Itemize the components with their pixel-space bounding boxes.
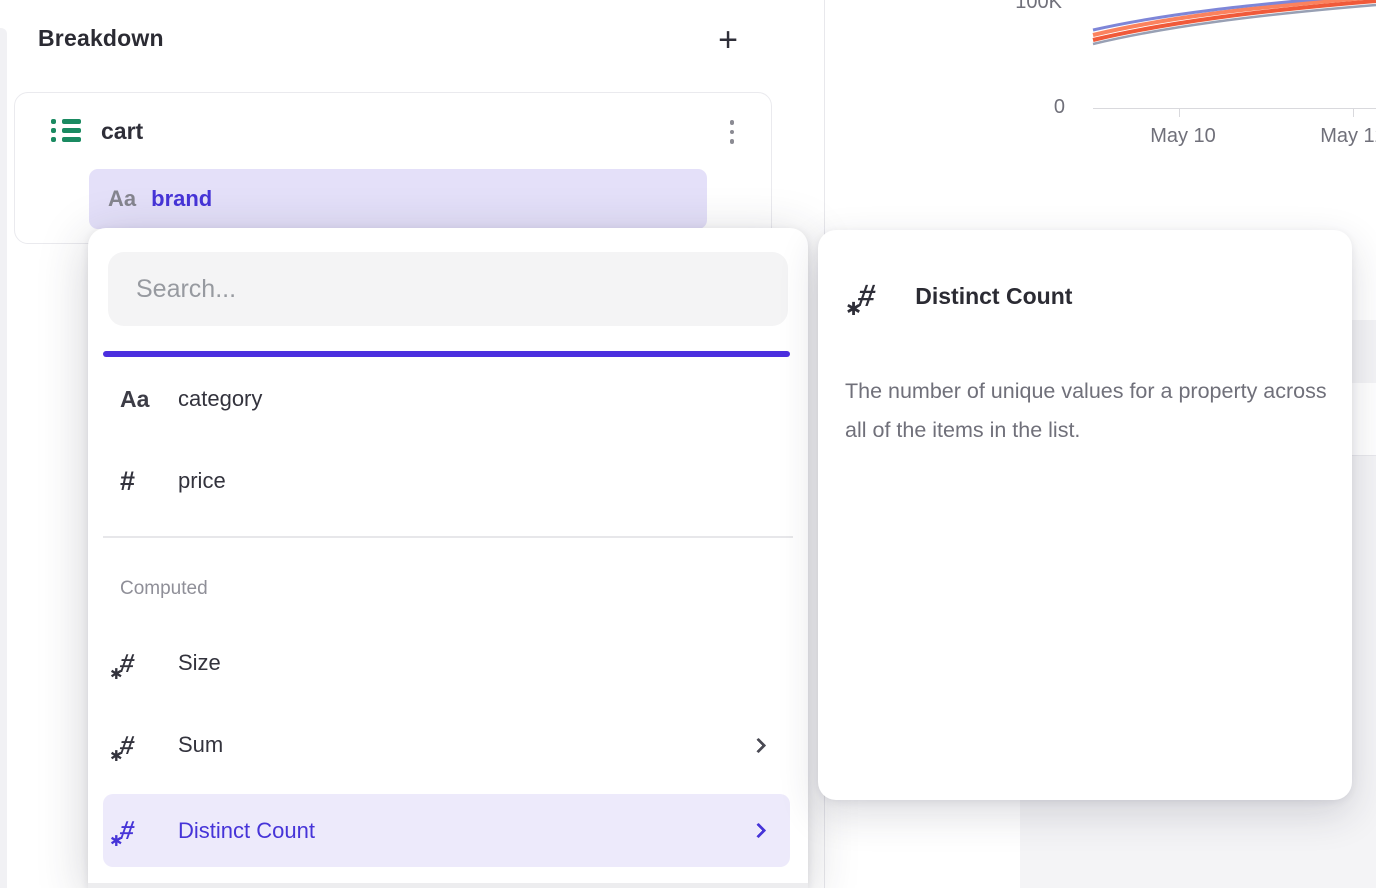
chevron-right-icon: [751, 823, 767, 839]
breakdown-section-title: Breakdown: [38, 25, 164, 52]
tooltip-description: The number of unique values for a proper…: [845, 372, 1353, 450]
dropdown-item-distinct-count[interactable]: #✱ Distinct Count: [103, 794, 790, 867]
distinct-count-tooltip: #✱ Distinct Count The number of unique v…: [818, 230, 1352, 800]
x-axis-tick: [1353, 108, 1354, 117]
breakdown-cart-card: cart Aa brand: [14, 92, 772, 244]
dropdown-item-sum[interactable]: #✱ Sum: [103, 717, 790, 773]
chevron-right-icon: [751, 737, 767, 753]
cart-card-header[interactable]: cart: [15, 93, 771, 169]
x-axis-label-may10: May 10: [1123, 125, 1243, 148]
left-edge-shadow: [0, 28, 7, 888]
dropdown-item-label: Size: [178, 650, 221, 676]
computed-number-icon: #✱: [120, 648, 134, 679]
dropdown-item-category[interactable]: Aa category: [103, 371, 790, 427]
x-axis-tick: [1179, 108, 1180, 117]
app-canvas: { "breakdown": { "title": "Breakdown", "…: [0, 0, 1376, 888]
text-property-icon: Aa: [120, 386, 149, 413]
dropdown-item-label: Distinct Count: [178, 818, 315, 844]
dropdown-item-price[interactable]: # price: [103, 453, 790, 509]
number-property-icon: #: [120, 466, 135, 497]
search-input[interactable]: [108, 252, 788, 326]
computed-number-icon: #✱: [120, 815, 134, 846]
x-axis-label-may12: May 12: [1293, 125, 1376, 148]
subproperty-label: brand: [151, 186, 212, 212]
list-property-icon: [51, 118, 81, 144]
active-tab-indicator: [103, 351, 790, 357]
y-axis-tick-0: 0: [1005, 96, 1065, 119]
property-dropdown: Aa category # price Computed #✱ Size #✱ …: [88, 228, 808, 888]
more-options-icon[interactable]: [723, 113, 741, 151]
computed-number-icon: #✱: [120, 730, 134, 761]
tooltip-title: Distinct Count: [915, 283, 1072, 310]
dropdown-section-divider: [103, 536, 793, 538]
computed-number-icon: #✱: [858, 278, 875, 314]
dropdown-item-label: category: [178, 386, 262, 412]
computed-section-label: Computed: [120, 578, 208, 600]
dropdown-footer-strip: [88, 883, 808, 888]
dropdown-item-label: Sum: [178, 732, 223, 758]
text-property-icon: Aa: [108, 186, 136, 212]
tooltip-header: #✱ Distinct Count: [858, 278, 1072, 314]
selected-subproperty-brand[interactable]: Aa brand: [89, 169, 707, 229]
line-chart: [824, 0, 1376, 60]
dropdown-item-size[interactable]: #✱ Size: [103, 635, 790, 691]
cart-property-name: cart: [101, 118, 143, 145]
y-axis-tick-100k: 100K: [985, 0, 1062, 14]
dropdown-item-label: price: [178, 468, 226, 494]
add-breakdown-button[interactable]: +: [708, 18, 748, 62]
x-axis-line: [1093, 108, 1376, 109]
